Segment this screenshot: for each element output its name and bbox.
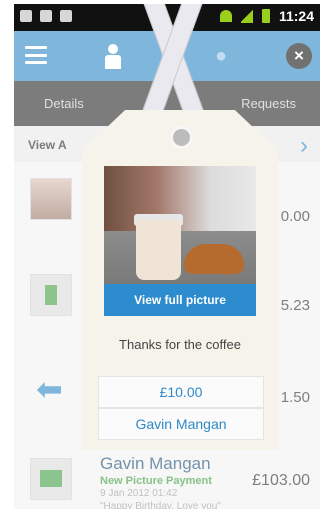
usb-icon <box>40 10 52 22</box>
notification-icons <box>20 10 72 22</box>
payment-message: Thanks for the coffee <box>119 337 241 352</box>
payment-photo[interactable]: View full picture <box>104 166 256 316</box>
tag-hole <box>170 126 193 149</box>
status-icons: 11:24 <box>219 8 314 24</box>
battery-icon <box>261 9 270 23</box>
tag-amount: £10.00 <box>98 376 264 408</box>
tag-name: Gavin Mangan <box>98 408 264 440</box>
android-icon <box>60 10 72 22</box>
signal-icon <box>240 9 253 23</box>
phone-screen: 11:24 ✦ ● × Details Requests View A › 0.… <box>14 4 320 509</box>
clock: 11:24 <box>278 8 314 24</box>
image-icon <box>20 10 32 22</box>
gift-tag-card: View full picture Thanks for the coffee … <box>82 110 278 450</box>
pastry <box>184 244 244 274</box>
view-full-picture-button[interactable]: View full picture <box>104 284 256 316</box>
wifi-icon <box>219 10 232 22</box>
coffee-cup <box>136 220 181 280</box>
